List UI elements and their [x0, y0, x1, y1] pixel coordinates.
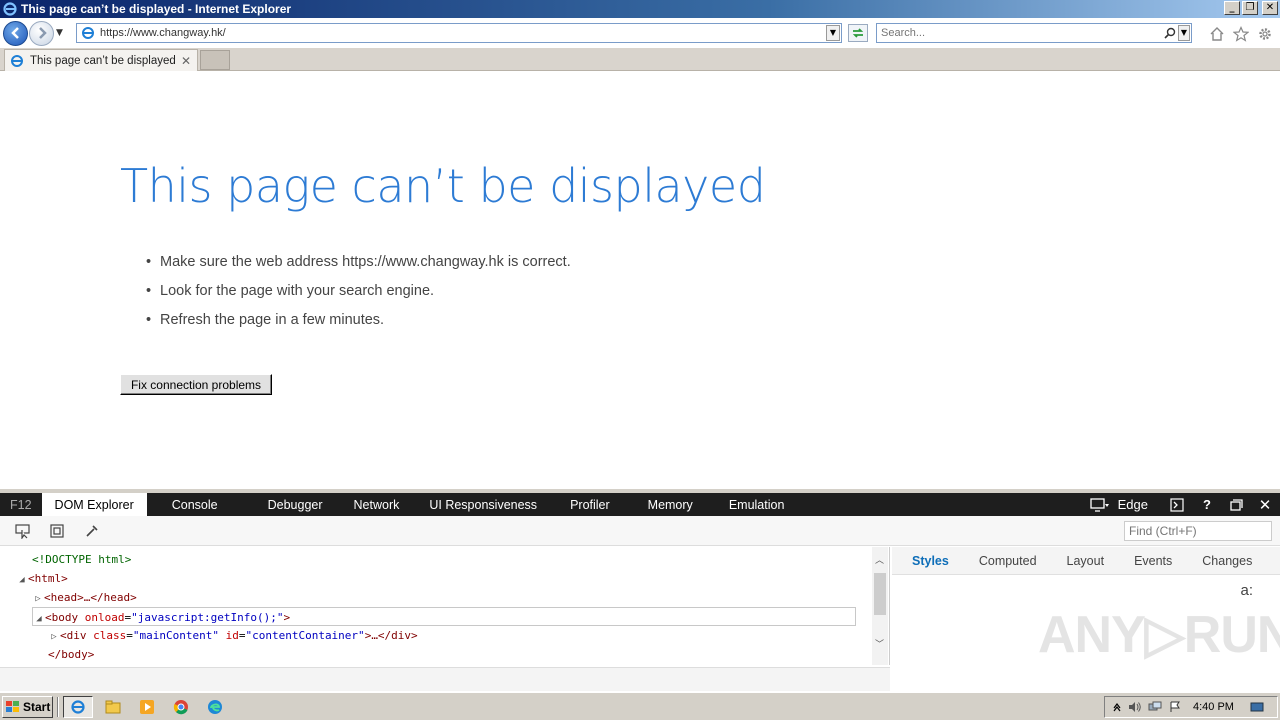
help-icon[interactable]: ? — [1192, 497, 1222, 512]
title-bar: This page can’t be displayed - Internet … — [0, 0, 1280, 18]
tab-changes[interactable]: Changes — [1182, 554, 1262, 568]
collapse-triangle-icon[interactable]: ◢ — [33, 610, 45, 629]
back-button[interactable] — [3, 20, 28, 46]
restore-button[interactable]: ❐ — [1242, 1, 1258, 15]
search-icon[interactable] — [1162, 27, 1178, 39]
dom-node-body-close[interactable]: </body> — [48, 645, 94, 664]
tab-network[interactable]: Network — [338, 493, 415, 516]
undock-icon[interactable] — [1222, 498, 1250, 511]
font-size-toggle[interactable]: a: — [1240, 582, 1253, 599]
ie-tab-icon — [9, 54, 25, 68]
scroll-up-icon[interactable]: ︿ — [875, 553, 884, 566]
tab-dom-explorer[interactable]: DOM Explorer — [41, 493, 147, 516]
fix-connection-button[interactable]: Fix connection problems — [120, 374, 272, 395]
scroll-thumb[interactable] — [874, 573, 886, 615]
collapse-triangle-icon[interactable]: ◢ — [16, 571, 28, 590]
system-tray: 4:40 PM — [1104, 696, 1278, 718]
tab-profiler[interactable]: Profiler — [555, 493, 630, 516]
network-icon[interactable] — [1145, 701, 1165, 713]
styles-tab-bar: Styles Computed Layout Events Changes — [892, 547, 1280, 575]
action-center-flag-icon[interactable] — [1165, 701, 1185, 713]
minimize-button[interactable]: _ — [1224, 1, 1240, 15]
tab-memory[interactable]: Memory — [630, 493, 711, 516]
taskbar-edge-icon[interactable] — [200, 696, 230, 718]
clock[interactable]: 4:40 PM — [1193, 701, 1234, 713]
search-input[interactable] — [877, 27, 1162, 39]
devtools-tab-bar: F12 DOM Explorer Console Debugger Networ… — [0, 493, 1280, 516]
back-arrow-icon — [10, 27, 19, 39]
refresh-button[interactable] — [848, 24, 868, 42]
f12-label: F12 — [10, 497, 32, 512]
internet-explorer-icon — [2, 1, 18, 17]
tab-close-icon[interactable]: ✕ — [179, 54, 193, 68]
close-devtools-icon[interactable]: ✕ — [1250, 496, 1280, 514]
windows-logo-icon — [5, 700, 21, 714]
volume-icon[interactable] — [1125, 701, 1145, 713]
forward-arrow-icon — [38, 27, 47, 39]
forward-button[interactable] — [29, 20, 54, 46]
tab-emulation[interactable]: Emulation — [711, 493, 797, 516]
dom-node-body[interactable]: ◢ <body onload="javascript:getInfo();"> — [32, 607, 856, 626]
start-button[interactable]: Start — [2, 696, 53, 718]
dom-tree: <!DOCTYPE html> ◢ <html> ▷ <head>…</head> … — [0, 547, 890, 665]
tab-console[interactable]: Console — [147, 493, 248, 516]
select-element-icon[interactable] — [14, 522, 32, 540]
new-tab-button[interactable] — [200, 50, 230, 70]
tab-styles[interactable]: Styles — [892, 554, 959, 568]
address-dropdown-icon[interactable]: ▼ — [826, 25, 840, 41]
address-bar[interactable]: https://www.changway.hk/ ▼ — [76, 23, 842, 43]
show-hidden-icons-icon[interactable] — [1109, 702, 1125, 712]
error-title: This page can’t be displayed — [120, 159, 766, 213]
device-mode-icon[interactable] — [1086, 497, 1114, 512]
show-desktop-icon[interactable] — [1248, 702, 1266, 712]
highlight-elements-icon[interactable] — [48, 522, 66, 540]
refresh-icon — [852, 28, 864, 38]
gear-icon[interactable] — [1256, 25, 1274, 43]
styles-pane: Styles Computed Layout Events Changes a:… — [892, 547, 1280, 691]
dom-node-doctype[interactable]: <!DOCTYPE html> — [32, 550, 131, 569]
home-icon[interactable] — [1208, 25, 1226, 43]
tab-computed[interactable]: Computed — [959, 554, 1047, 568]
document-mode-label[interactable]: Edge — [1114, 497, 1162, 512]
console-toggle-icon[interactable] — [1162, 497, 1192, 512]
page-content: This page can’t be displayed • Make sure … — [0, 71, 1280, 489]
scroll-down-icon[interactable]: ﹀ — [875, 637, 884, 650]
history-dropdown-icon[interactable]: ▼ — [56, 28, 66, 38]
taskbar-media-player-icon[interactable] — [132, 696, 162, 718]
navigation-bar: ▼ https://www.changway.hk/ ▼ ▼ — [0, 18, 1280, 48]
dom-toolbar — [0, 516, 1280, 546]
browser-tab[interactable]: This page can’t be displayed ✕ — [4, 49, 198, 71]
tab-debugger[interactable]: Debugger — [248, 493, 338, 516]
error-suggestions: • Make sure the web address https://www.c… — [146, 254, 571, 341]
search-dropdown-icon[interactable]: ▼ — [1178, 25, 1190, 41]
dom-node-html[interactable]: ◢ <html> — [16, 569, 67, 590]
suggestion-item: • Refresh the page in a few minutes. — [146, 312, 385, 328]
dom-node-div[interactable]: ▷ <div class="mainContent" id="contentCon… — [48, 626, 417, 645]
suggestion-item: • Make sure the web address https://www.c… — [146, 254, 571, 270]
window-title: This page can’t be displayed - Internet … — [21, 2, 292, 16]
tab-layout[interactable]: Layout — [1047, 554, 1115, 568]
favorites-star-icon[interactable] — [1232, 25, 1250, 43]
tab-label: This page can’t be displayed — [30, 54, 176, 67]
ie-page-icon — [80, 25, 96, 41]
breadcrumb-bar — [0, 667, 890, 691]
tab-events[interactable]: Events — [1114, 554, 1182, 568]
url-text[interactable]: https://www.changway.hk/ — [100, 27, 826, 39]
taskbar-chrome-icon[interactable] — [166, 696, 196, 718]
taskbar: Start 4:40 PM — [0, 692, 1280, 720]
find-input[interactable] — [1124, 521, 1272, 541]
tab-strip: This page can’t be displayed ✕ — [0, 48, 1280, 71]
suggestion-item: • Look for the page with your search engi… — [146, 283, 435, 299]
developer-tools: F12 DOM Explorer Console Debugger Networ… — [0, 489, 1280, 691]
close-button[interactable]: ✕ — [1262, 1, 1278, 15]
search-box[interactable]: ▼ — [876, 23, 1192, 43]
color-picker-icon[interactable] — [83, 522, 101, 540]
anyrun-watermark: ANY▷RUN — [1038, 606, 1280, 664]
taskbar-explorer-icon[interactable] — [98, 696, 128, 718]
dom-node-head[interactable]: ▷ <head>…</head> — [32, 588, 136, 607]
dom-scrollbar[interactable]: ︿ ﹀ — [872, 547, 888, 665]
taskbar-ie-icon[interactable] — [63, 696, 93, 718]
tab-ui-responsiveness[interactable]: UI Responsiveness — [414, 493, 555, 516]
